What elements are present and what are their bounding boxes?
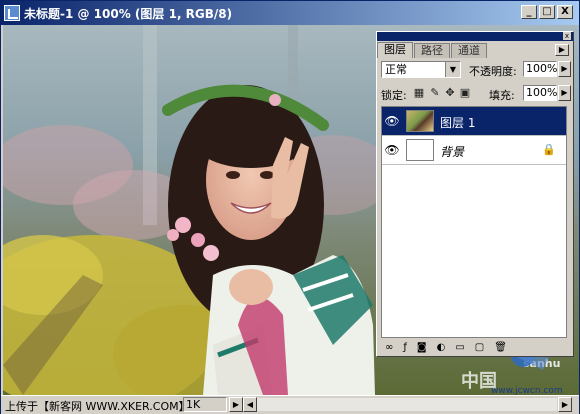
- fill-label: 填充:: [489, 89, 515, 102]
- panel-menu-icon[interactable]: ▶: [555, 44, 569, 56]
- tab-channels[interactable]: 通道: [451, 43, 487, 58]
- layers-list: 👁 图层 1 👁 背景 🔒: [381, 106, 567, 338]
- lock-label: 锁定:: [381, 89, 407, 102]
- layer-name: 背景: [440, 145, 465, 159]
- lock-all-icon[interactable]: ▣: [459, 87, 471, 99]
- layer-thumbnail: [406, 110, 434, 132]
- panel-close-icon[interactable]: x: [563, 32, 571, 40]
- layers-panel: x 图层 路径 通道 ▶ 正常 ▼ 不透明度: 100% ▶ 锁定: ▦ ✎ ✥…: [376, 31, 574, 357]
- photoshop-document-icon: [4, 5, 20, 21]
- status-text: 上传于【新客网 WWW.XKER.COM】: [5, 400, 190, 413]
- blend-mode-select[interactable]: 正常 ▼: [381, 61, 461, 78]
- close-button[interactable]: X: [557, 5, 573, 19]
- lock-position-move-icon[interactable]: ✥: [444, 87, 456, 99]
- opacity-label: 不透明度:: [469, 65, 517, 78]
- lock-transparent-icon[interactable]: ▦: [413, 87, 425, 99]
- lock-icon: 🔒: [542, 143, 556, 156]
- visibility-eye-icon[interactable]: 👁: [384, 142, 400, 158]
- opacity-input[interactable]: 100%: [523, 61, 557, 77]
- visibility-eye-icon[interactable]: 👁: [384, 113, 400, 129]
- layer-thumbnail: [406, 139, 434, 161]
- doc-size-field: 1K: [183, 397, 227, 412]
- panel-footer-toolbar: ∞ ƒ ◙ ◐ ▭ ▢ 🗑: [381, 340, 571, 354]
- panel-titlebar[interactable]: x: [377, 32, 573, 41]
- lock-image-brush-icon[interactable]: ✎: [429, 87, 441, 99]
- maximize-button[interactable]: □: [539, 5, 555, 19]
- tab-paths[interactable]: 路径: [414, 43, 450, 58]
- minimize-button[interactable]: _: [521, 5, 537, 19]
- adjustment-layer-icon[interactable]: ◐: [437, 342, 446, 353]
- tab-layers[interactable]: 图层: [377, 42, 413, 58]
- scroll-right-arrow-icon[interactable]: ▶: [558, 397, 572, 412]
- fill-input[interactable]: 100%: [523, 85, 557, 101]
- layer-style-icon[interactable]: ƒ: [403, 342, 407, 353]
- layer-mask-icon[interactable]: ◙: [417, 342, 427, 353]
- new-group-icon[interactable]: ▭: [455, 342, 464, 353]
- layer-row-layer-1[interactable]: 👁 图层 1: [382, 107, 566, 136]
- status-menu-arrow-icon[interactable]: ▶: [229, 397, 243, 412]
- site-watermark: www.jcwcn.com: [491, 386, 563, 395]
- window-title: 未标题-1 @ 100% (图层 1, RGB/8): [24, 6, 233, 21]
- status-bar: 上传于【新客网 WWW.XKER.COM】 1K ▶ ◀ ▶: [1, 395, 579, 414]
- blend-mode-value: 正常: [385, 63, 407, 76]
- fill-slider-button[interactable]: ▶: [558, 85, 571, 101]
- photoshop-document-window: 未标题-1 @ 100% (图层 1, RGB/8) _ □ X 中国 www.…: [0, 0, 580, 414]
- link-layers-icon[interactable]: ∞: [385, 342, 393, 353]
- horizontal-scrollbar[interactable]: [257, 398, 557, 411]
- delete-layer-icon[interactable]: 🗑: [494, 342, 507, 353]
- layer-name: 图层 1: [440, 116, 476, 130]
- layer-row-background[interactable]: 👁 背景 🔒: [382, 136, 566, 165]
- chevron-down-icon[interactable]: ▼: [445, 62, 460, 77]
- title-bar[interactable]: 未标题-1 @ 100% (图层 1, RGB/8) _ □ X: [1, 1, 579, 25]
- opacity-slider-button[interactable]: ▶: [558, 61, 571, 77]
- new-layer-icon[interactable]: ▢: [475, 342, 484, 353]
- scroll-left-arrow-icon[interactable]: ◀: [243, 397, 257, 412]
